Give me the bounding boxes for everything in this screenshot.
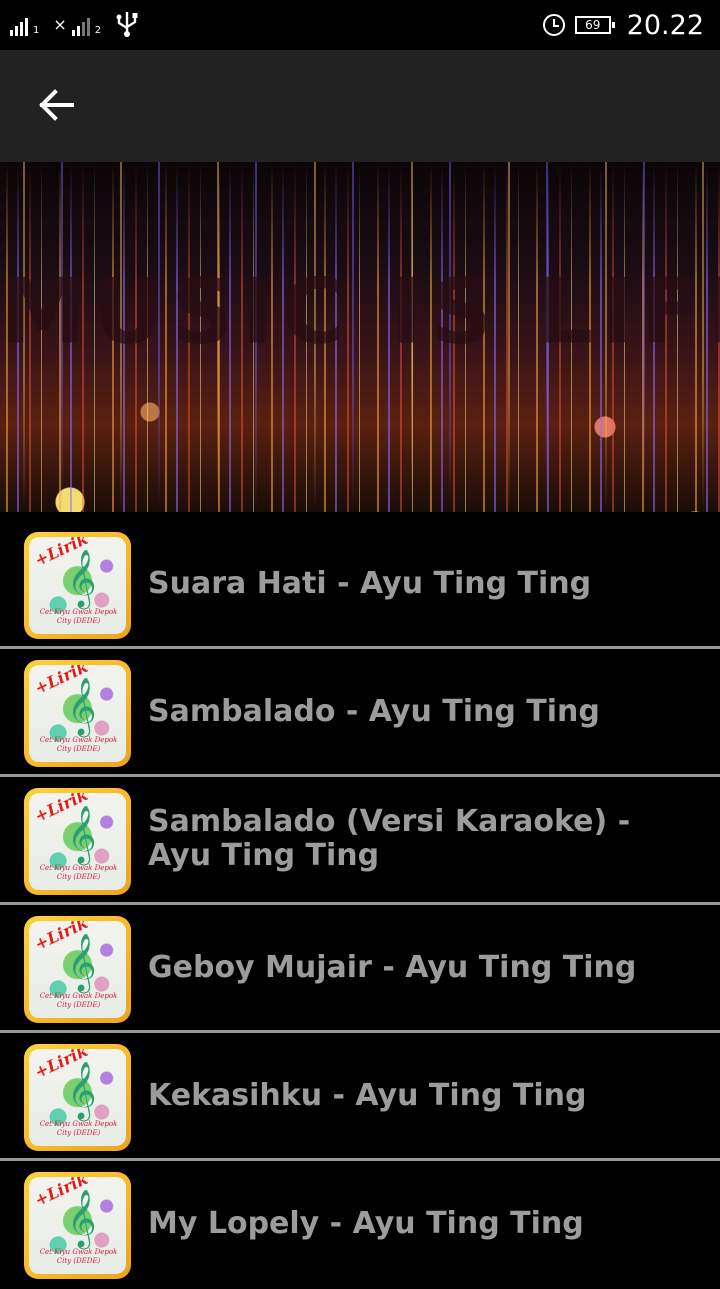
list-item[interactable]: +Lirik 𝄞 Cet Kiyu Gwak Depok City (DEDE)… — [0, 512, 720, 649]
signal-sim2-icon: × 2 — [53, 14, 101, 36]
usb-icon — [115, 9, 139, 41]
thumbnail-signature: Cet Kiyu Gwak Depok City (DEDE) — [39, 1248, 118, 1265]
list-item[interactable]: +Lirik 𝄞 Cet Kiyu Gwak Depok City (DEDE)… — [0, 905, 720, 1033]
header-banner-image: MUSIC IS LIFE — [0, 162, 720, 512]
signal-sim1-icon: 1 — [10, 14, 39, 36]
song-thumbnail: +Lirik 𝄞 Cet Kiyu Gwak Depok City (DEDE) — [24, 660, 131, 767]
song-thumbnail: +Lirik 𝄞 Cet Kiyu Gwak Depok City (DEDE) — [24, 1172, 131, 1279]
status-bar: 1 × 2 69 20.22 — [0, 0, 720, 50]
battery-level: 69 — [585, 18, 601, 32]
battery-icon: 69 — [574, 16, 615, 34]
song-title: My Lopely - Ayu Ting Ting — [148, 1206, 584, 1241]
arrow-back-icon — [39, 89, 74, 121]
treble-clef-icon: 𝄞 — [67, 549, 97, 607]
song-title: Geboy Mujair - Ayu Ting Ting — [148, 950, 637, 985]
sim2-label: 2 — [94, 25, 102, 36]
clock: 20.22 — [626, 9, 704, 41]
song-list: +Lirik 𝄞 Cet Kiyu Gwak Depok City (DEDE)… — [0, 512, 720, 1289]
alarm-icon — [542, 14, 565, 36]
list-item[interactable]: +Lirik 𝄞 Cet Kiyu Gwak Depok City (DEDE)… — [0, 1033, 720, 1161]
list-item[interactable]: +Lirik 𝄞 Cet Kiyu Gwak Depok City (DEDE)… — [0, 777, 720, 905]
treble-clef-icon: 𝄞 — [67, 805, 97, 863]
treble-clef-icon: 𝄞 — [67, 677, 97, 735]
song-title: Sambalado - Ayu Ting Ting — [148, 694, 600, 729]
thumbnail-signature: Cet Kiyu Gwak Depok City (DEDE) — [39, 864, 118, 881]
no-signal-mark: × — [53, 15, 67, 34]
treble-clef-icon: 𝄞 — [67, 1061, 97, 1119]
thumbnail-signature: Cet Kiyu Gwak Depok City (DEDE) — [39, 608, 118, 625]
song-thumbnail: +Lirik 𝄞 Cet Kiyu Gwak Depok City (DEDE) — [24, 788, 131, 895]
list-item[interactable]: +Lirik 𝄞 Cet Kiyu Gwak Depok City (DEDE)… — [0, 649, 720, 777]
status-right: 69 20.22 — [542, 8, 704, 42]
song-title: Sambalado (Versi Karaoke) - Ayu Ting Tin… — [148, 804, 631, 873]
banner-text: MUSIC IS LIFE — [0, 259, 720, 365]
song-thumbnail: +Lirik 𝄞 Cet Kiyu Gwak Depok City (DEDE) — [24, 532, 131, 639]
thumbnail-signature: Cet Kiyu Gwak Depok City (DEDE) — [39, 1120, 118, 1137]
song-thumbnail: +Lirik 𝄞 Cet Kiyu Gwak Depok City (DEDE) — [24, 1044, 131, 1151]
back-button[interactable] — [30, 81, 82, 133]
sim1-label: 1 — [33, 25, 40, 36]
treble-clef-icon: 𝄞 — [67, 933, 97, 991]
song-title: Suara Hati - Ayu Ting Ting — [148, 566, 592, 601]
thumbnail-signature: Cet Kiyu Gwak Depok City (DEDE) — [39, 736, 118, 753]
thumbnail-signature: Cet Kiyu Gwak Depok City (DEDE) — [39, 992, 118, 1009]
app-toolbar — [0, 50, 720, 162]
list-item[interactable]: +Lirik 𝄞 Cet Kiyu Gwak Depok City (DEDE)… — [0, 1161, 720, 1289]
song-title: Kekasihku - Ayu Ting Ting — [148, 1078, 587, 1113]
status-left: 1 × 2 — [10, 8, 139, 42]
song-thumbnail: +Lirik 𝄞 Cet Kiyu Gwak Depok City (DEDE) — [24, 916, 131, 1023]
treble-clef-icon: 𝄞 — [67, 1189, 97, 1247]
